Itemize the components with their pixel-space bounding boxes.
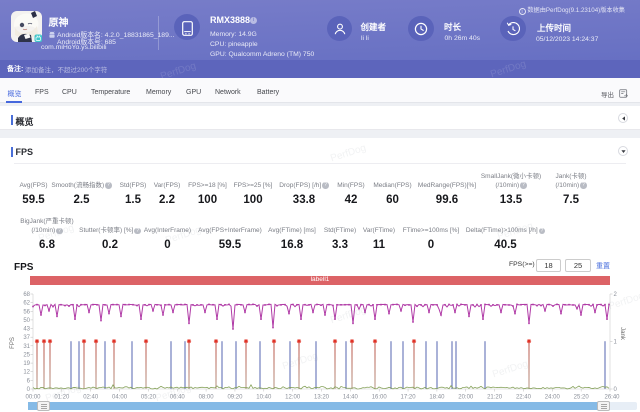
- svg-text:19: 19: [23, 361, 30, 367]
- svg-text:43: 43: [23, 327, 30, 333]
- svg-text:16:00: 16:00: [372, 395, 388, 401]
- svg-text:56: 56: [23, 309, 30, 315]
- svg-text:0: 0: [27, 387, 31, 393]
- svg-text:1: 1: [614, 340, 618, 346]
- svg-text:10:40: 10:40: [256, 395, 272, 401]
- svg-text:0: 0: [614, 387, 618, 393]
- svg-text:25:20: 25:20: [574, 395, 590, 401]
- svg-text:24:00: 24:00: [545, 395, 561, 401]
- svg-text:09:20: 09:20: [227, 395, 243, 401]
- svg-text:04:00: 04:00: [112, 395, 128, 401]
- svg-text:02:40: 02:40: [83, 395, 99, 401]
- svg-text:00:00: 00:00: [25, 395, 41, 401]
- svg-text:50: 50: [23, 318, 30, 324]
- svg-text:62: 62: [23, 301, 30, 307]
- svg-text:17:20: 17:20: [401, 395, 417, 401]
- svg-text:12: 12: [23, 370, 30, 376]
- svg-text:13:20: 13:20: [314, 395, 330, 401]
- svg-text:68: 68: [23, 292, 30, 298]
- svg-text:FPS: FPS: [10, 337, 16, 349]
- svg-text:37: 37: [23, 335, 30, 341]
- svg-text:2: 2: [614, 292, 618, 298]
- svg-text:21:20: 21:20: [487, 395, 503, 401]
- svg-text:12:00: 12:00: [285, 395, 301, 401]
- svg-text:14:40: 14:40: [343, 395, 359, 401]
- svg-text:26:40: 26:40: [604, 395, 620, 401]
- svg-text:20:00: 20:00: [458, 395, 474, 401]
- svg-text:18:40: 18:40: [429, 395, 445, 401]
- svg-text:6: 6: [27, 378, 31, 384]
- svg-text:31: 31: [23, 344, 30, 350]
- svg-text:25: 25: [23, 352, 30, 358]
- svg-text:08:00: 08:00: [199, 395, 215, 401]
- svg-text:22:40: 22:40: [516, 395, 532, 401]
- svg-text:Jank: Jank: [619, 327, 625, 341]
